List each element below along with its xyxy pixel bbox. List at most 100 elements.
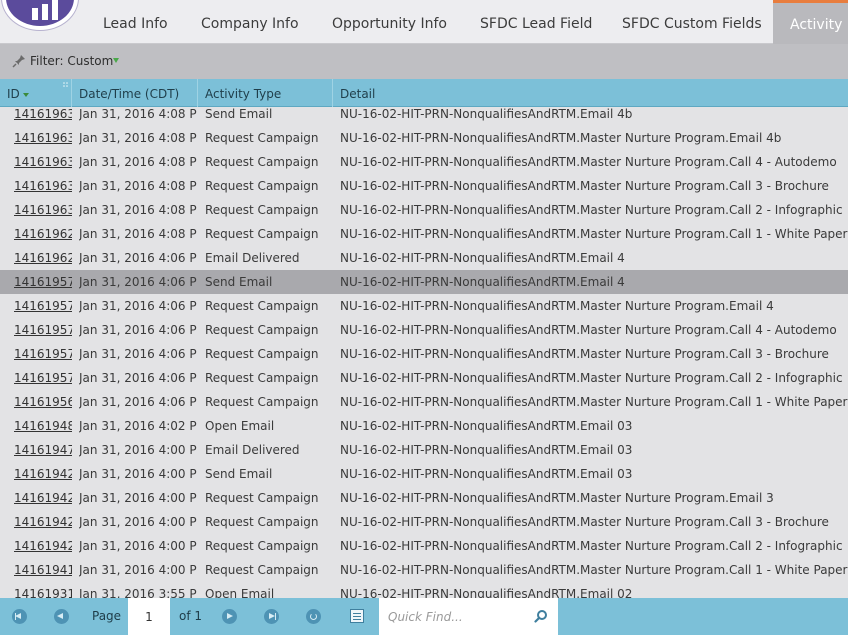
activity-datetime: Jan 31, 2016 4:00 PM bbox=[79, 467, 197, 481]
table-row[interactable]: 14161956 Jan 31, 2016 4:06 PM Request Camp… bbox=[0, 390, 848, 414]
table-row[interactable]: 14161962 Jan 31, 2016 4:08 PM Request Camp… bbox=[0, 222, 848, 246]
table-row[interactable]: 14161963 Jan 31, 2016 4:08 PM Request Camp… bbox=[0, 150, 848, 174]
next-page-icon[interactable] bbox=[222, 609, 237, 624]
pin-icon[interactable] bbox=[12, 54, 26, 68]
activity-datetime: Jan 31, 2016 4:00 PM bbox=[79, 515, 197, 529]
activity-type: Open Email bbox=[205, 419, 275, 433]
activity-id-link[interactable]: 14161941 bbox=[14, 558, 72, 582]
tab-sfdc-lead-field[interactable]: SFDC Lead Field bbox=[468, 0, 604, 44]
table-row[interactable]: 14161941 Jan 31, 2016 4:00 PM Request Camp… bbox=[0, 558, 848, 582]
activity-id-link[interactable]: 14161963 bbox=[14, 150, 72, 174]
tab-activity-log[interactable]: Activity L bbox=[773, 0, 848, 44]
activity-id-link[interactable]: 14161947 bbox=[14, 438, 72, 462]
column-header-id[interactable]: ID bbox=[0, 79, 72, 107]
activity-type: Request Campaign bbox=[205, 563, 319, 577]
activity-detail: NU-16-02-HIT-PRN-NonqualifiesAndRTM.Mast… bbox=[340, 491, 774, 505]
table-row[interactable]: 14161942 Jan 31, 2016 4:00 PM Send Email NU… bbox=[0, 462, 848, 486]
activity-detail: NU-16-02-HIT-PRN-NonqualifiesAndRTM.Mast… bbox=[340, 515, 829, 529]
activity-datetime: Jan 31, 2016 4:00 PM bbox=[79, 563, 197, 577]
activity-type: Request Campaign bbox=[205, 179, 319, 193]
activity-id-link[interactable]: 14161962 bbox=[14, 246, 72, 270]
tab-opportunity-info[interactable]: Opportunity Info bbox=[320, 0, 459, 44]
activity-id-link[interactable]: 14161957 bbox=[14, 294, 72, 318]
activity-id-link[interactable]: 14161942 bbox=[14, 510, 72, 534]
page-number-input[interactable] bbox=[128, 598, 170, 635]
prev-page-icon[interactable] bbox=[54, 609, 69, 624]
sort-down-icon bbox=[22, 92, 29, 97]
activity-detail: NU-16-02-HIT-PRN-NonqualifiesAndRTM.Mast… bbox=[340, 131, 782, 145]
quick-find-input[interactable] bbox=[379, 598, 529, 635]
page-count-label: of 1 bbox=[179, 609, 203, 623]
table-row[interactable]: 14161963 Jan 31, 2016 4:08 PM Request Camp… bbox=[0, 198, 848, 222]
activity-type: Request Campaign bbox=[205, 539, 319, 553]
table-row[interactable]: 14161942 Jan 31, 2016 4:00 PM Request Camp… bbox=[0, 486, 848, 510]
activity-datetime: Jan 31, 2016 4:08 PM bbox=[79, 203, 197, 217]
activity-id-link[interactable]: 14161942 bbox=[14, 462, 72, 486]
table-row[interactable]: 14161963 Jan 31, 2016 4:08 PM Request Camp… bbox=[0, 126, 848, 150]
table-row[interactable]: 14161947 Jan 31, 2016 4:00 PM Email Delive… bbox=[0, 438, 848, 462]
activity-detail: NU-16-02-HIT-PRN-NonqualifiesAndRTM.Mast… bbox=[340, 299, 774, 313]
marketo-logo-icon bbox=[2, 0, 78, 30]
chevron-down-icon[interactable] bbox=[113, 58, 119, 63]
table-row[interactable]: 14161948 Jan 31, 2016 4:02 PM Open Email NU… bbox=[0, 414, 848, 438]
filter-label[interactable]: Filter: Custom bbox=[30, 54, 113, 68]
activity-id-link[interactable]: 14161957 bbox=[14, 366, 72, 390]
activity-id-link[interactable]: 14161957 bbox=[14, 270, 72, 294]
table-row[interactable]: 14161957 Jan 31, 2016 4:06 PM Request Camp… bbox=[0, 342, 848, 366]
table-row[interactable]: 14161963 Jan 31, 2016 4:08 PM Send Email NU… bbox=[0, 107, 848, 126]
activity-id-link[interactable]: 14161931 bbox=[14, 582, 72, 598]
activity-detail: NU-16-02-HIT-PRN-NonqualifiesAndRTM.Emai… bbox=[340, 443, 633, 457]
table-body[interactable]: 14161963 Jan 31, 2016 4:08 PM Send Email NU… bbox=[0, 107, 848, 598]
activity-detail: NU-16-02-HIT-PRN-NonqualifiesAndRTM.Mast… bbox=[340, 563, 848, 577]
activity-detail: NU-16-02-HIT-PRN-NonqualifiesAndRTM.Emai… bbox=[340, 107, 633, 121]
activity-detail: NU-16-02-HIT-PRN-NonqualifiesAndRTM.Mast… bbox=[340, 395, 848, 409]
activity-detail: NU-16-02-HIT-PRN-NonqualifiesAndRTM.Mast… bbox=[340, 323, 837, 337]
activity-type: Request Campaign bbox=[205, 203, 319, 217]
activity-datetime: Jan 31, 2016 4:06 PM bbox=[79, 275, 197, 289]
table-row[interactable]: 14161957 Jan 31, 2016 4:06 PM Request Camp… bbox=[0, 366, 848, 390]
activity-id-link[interactable]: 14161942 bbox=[14, 486, 72, 510]
activity-datetime: Jan 31, 2016 3:55 PM bbox=[79, 587, 197, 598]
table-row[interactable]: 14161957 Jan 31, 2016 4:06 PM Send Email NU… bbox=[0, 270, 848, 294]
activity-id-link[interactable]: 14161963 bbox=[14, 198, 72, 222]
tab-company-info[interactable]: Company Info bbox=[189, 0, 311, 44]
table-row[interactable]: 14161957 Jan 31, 2016 4:06 PM Request Camp… bbox=[0, 318, 848, 342]
tab-sfdc-custom-fields[interactable]: SFDC Custom Fields bbox=[610, 0, 774, 44]
activity-type: Send Email bbox=[205, 275, 273, 289]
quick-find-box bbox=[379, 598, 558, 635]
table-row[interactable]: 14161942 Jan 31, 2016 4:00 PM Request Camp… bbox=[0, 534, 848, 558]
activity-datetime: Jan 31, 2016 4:02 PM bbox=[79, 419, 197, 433]
column-header-detail[interactable]: Detail bbox=[333, 79, 848, 107]
export-icon[interactable] bbox=[350, 609, 364, 623]
column-header-activity-type[interactable]: Activity Type bbox=[198, 79, 333, 107]
activity-datetime: Jan 31, 2016 4:06 PM bbox=[79, 251, 197, 265]
tab-lead-info[interactable]: Lead Info bbox=[91, 0, 180, 44]
column-header-datetime[interactable]: Date/Time (CDT) bbox=[72, 79, 198, 107]
activity-id-link[interactable]: 14161957 bbox=[14, 342, 72, 366]
activity-id-link[interactable]: 14161963 bbox=[14, 107, 72, 126]
table-row[interactable]: 14161931 Jan 31, 2016 3:55 PM Open Email NU… bbox=[0, 582, 848, 598]
column-menu-icon[interactable] bbox=[62, 81, 70, 89]
activity-id-link[interactable]: 14161963 bbox=[14, 126, 72, 150]
last-page-icon[interactable] bbox=[264, 609, 279, 624]
table-row[interactable]: 14161957 Jan 31, 2016 4:06 PM Request Camp… bbox=[0, 294, 848, 318]
activity-type: Request Campaign bbox=[205, 131, 319, 145]
activity-type: Send Email bbox=[205, 107, 273, 121]
activity-detail: NU-16-02-HIT-PRN-NonqualifiesAndRTM.Mast… bbox=[340, 371, 843, 385]
refresh-icon[interactable] bbox=[306, 609, 321, 624]
first-page-icon[interactable] bbox=[12, 609, 27, 624]
activity-datetime: Jan 31, 2016 4:08 PM bbox=[79, 179, 197, 193]
activity-id-link[interactable]: 14161962 bbox=[14, 222, 72, 246]
activity-id-link[interactable]: 14161942 bbox=[14, 534, 72, 558]
table-row[interactable]: 14161942 Jan 31, 2016 4:00 PM Request Camp… bbox=[0, 510, 848, 534]
search-icon[interactable] bbox=[534, 609, 548, 623]
activity-id-link[interactable]: 14161957 bbox=[14, 318, 72, 342]
activity-id-link[interactable]: 14161963 bbox=[14, 174, 72, 198]
page-label: Page bbox=[92, 609, 122, 623]
activity-datetime: Jan 31, 2016 4:08 PM bbox=[79, 227, 197, 241]
activity-detail: NU-16-02-HIT-PRN-NonqualifiesAndRTM.Emai… bbox=[340, 275, 625, 289]
table-row[interactable]: 14161962 Jan 31, 2016 4:06 PM Email Delive… bbox=[0, 246, 848, 270]
table-row[interactable]: 14161963 Jan 31, 2016 4:08 PM Request Camp… bbox=[0, 174, 848, 198]
activity-id-link[interactable]: 14161948 bbox=[14, 414, 72, 438]
activity-id-link[interactable]: 14161956 bbox=[14, 390, 72, 414]
